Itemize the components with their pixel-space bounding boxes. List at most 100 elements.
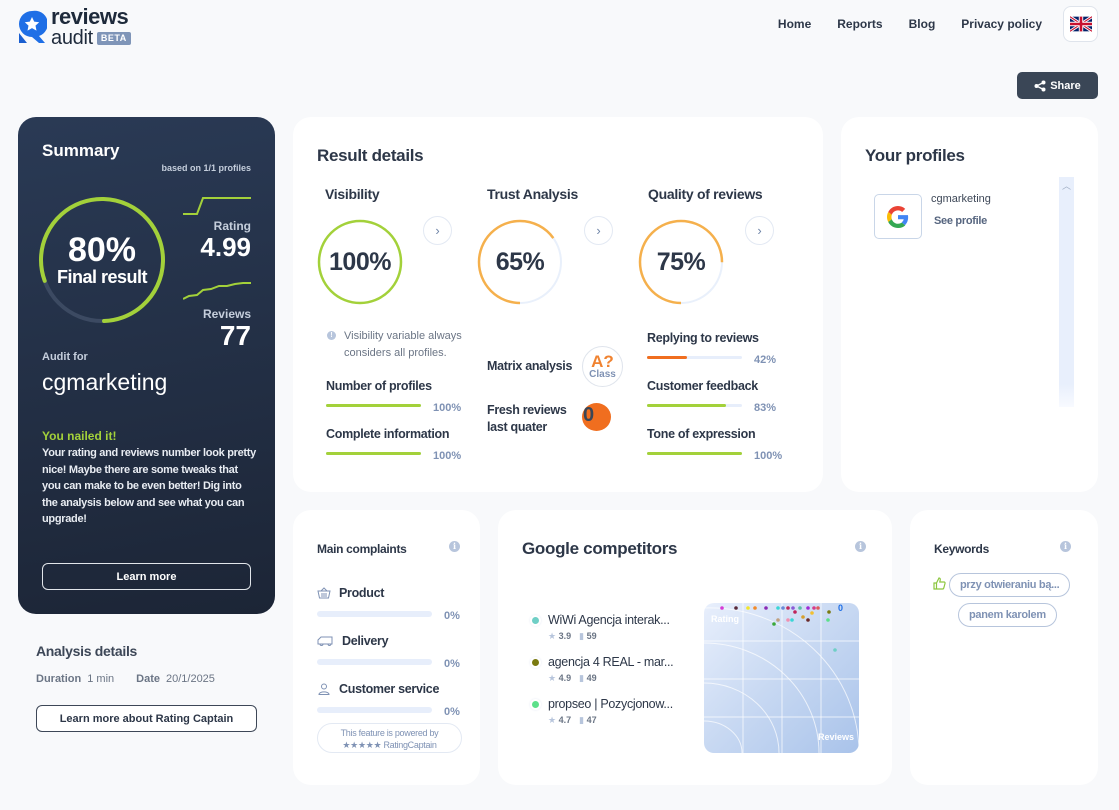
rating-value: 4.99 [200, 232, 251, 262]
info-icon[interactable]: i [1060, 541, 1071, 552]
audit-for-label: Audit for [42, 351, 88, 363]
scroll-up-icon[interactable]: ︿ [1062, 179, 1071, 192]
trust-analysis-details-button[interactable]: › [584, 216, 613, 245]
date-label: Date [136, 673, 160, 685]
progress-fill [647, 451, 742, 455]
complaint-percent: 0% [444, 658, 460, 670]
competitor-reviews: 49 [586, 673, 597, 683]
competitor-reviews: 59 [586, 631, 597, 641]
nav-privacy-policy[interactable]: Privacy policy [961, 17, 1042, 31]
scatter-point [772, 622, 776, 626]
matrix-grade: A? [591, 352, 614, 371]
result-details-card: Result details Visibility 100% › Trust A… [293, 117, 823, 492]
based-on-profiles: based on 1/1 profiles [161, 163, 251, 173]
nav-home[interactable]: Home [778, 17, 811, 31]
reviews-sparkline [183, 282, 251, 300]
progress-bar [317, 658, 432, 665]
metric-customer-feedback: Customer feedback 83% [647, 379, 797, 414]
metric-name: Number of profiles [326, 379, 432, 393]
scatter-point [786, 606, 790, 610]
learn-more-rating-captain-button[interactable]: Learn more about Rating Captain [36, 705, 257, 732]
fresh-reviews-count: 0 [583, 404, 595, 426]
google-competitors-card: Google competitors i WiWi Agencja intera… [498, 510, 892, 785]
competitor-color-dot [532, 701, 539, 708]
audit-name: cgmarketing [42, 369, 168, 395]
quality-of-reviews-details-button[interactable]: › [745, 216, 774, 245]
scatter-point [790, 618, 794, 622]
info-icon[interactable]: i [449, 541, 460, 552]
scatter-point [806, 606, 810, 610]
matrix-analysis-label: Matrix analysis [487, 359, 573, 373]
visibility-title: Visibility [325, 186, 380, 202]
fresh-reviews-badge: 0 [582, 403, 611, 431]
competitor-name: WiWi Agencja interak... [548, 613, 670, 627]
nav-reports[interactable]: Reports [837, 17, 882, 31]
complaint-name: Customer service [339, 682, 440, 696]
person-icon [318, 683, 330, 695]
metric-number-of-profiles: Number of profiles 100% [326, 379, 476, 414]
complaint-name: Delivery [342, 634, 389, 648]
scatter-point [798, 606, 802, 610]
share-icon [1034, 80, 1046, 91]
reviews-label: Reviews [202, 307, 251, 321]
final-result-label: Final result [56, 266, 148, 287]
profile-item[interactable] [874, 194, 922, 239]
competitor-reviews: 47 [586, 715, 597, 725]
logo[interactable]: reviews audit BETA [17, 6, 131, 48]
metric-replying-to-reviews: Replying to reviews 42% [647, 331, 797, 366]
summary-card: Summary based on 1/1 profiles 80% Final … [18, 117, 275, 614]
analysis-details: Analysis details Duration 1 min Date 20/… [36, 643, 215, 685]
competitor-rating: 4.9 [558, 673, 572, 683]
matrix-class-label: Class [589, 369, 616, 380]
share-button[interactable]: Share [1017, 72, 1098, 99]
language-selector[interactable] [1063, 6, 1098, 42]
keyword-chip[interactable]: przy otwieraniu bą... [949, 573, 1071, 597]
scatter-point [827, 610, 831, 614]
progress-bar [647, 451, 742, 455]
learn-more-button[interactable]: Learn more [42, 563, 251, 590]
powered-by-badge[interactable]: This feature is powered by ★★★★★ RatingC… [317, 723, 462, 753]
competitor-rating: 4.7 [558, 715, 572, 725]
visibility-details-button[interactable]: › [423, 216, 452, 245]
metric-tone-of-expression: Tone of expression 100% [647, 427, 797, 462]
metric-value: 100% [754, 450, 783, 462]
keyword-chip[interactable]: panem karolem [958, 603, 1057, 627]
result-details-title: Result details [317, 146, 424, 165]
see-profile-link[interactable]: See profile [934, 215, 987, 227]
quality-of-reviews-title: Quality of reviews [648, 186, 763, 202]
quality-of-reviews-percent: 75% [656, 247, 706, 276]
trust-analysis-title: Trust Analysis [487, 186, 578, 202]
progress-bar [326, 403, 421, 407]
complaint-product: Product 0% [317, 586, 467, 622]
share-label: Share [1050, 79, 1081, 92]
scatter-point [776, 618, 780, 622]
scatter-point [791, 606, 795, 610]
scatter-point [810, 611, 814, 615]
basket-icon [317, 587, 331, 599]
logo-star-icon [17, 9, 48, 45]
metric-value: 42% [754, 354, 777, 366]
main-complaints-title: Main complaints [317, 542, 407, 556]
metric-value: 100% [433, 450, 462, 462]
complaint-percent: 0% [444, 610, 460, 622]
progress-bar [647, 355, 742, 359]
verdict-text: Your rating and reviews number look pret… [42, 447, 256, 525]
scatter-point [764, 606, 768, 610]
nav-blog[interactable]: Blog [909, 17, 936, 31]
van-icon [317, 636, 333, 646]
profiles-scrollbar[interactable]: ︿ [1059, 177, 1074, 407]
reviews-value: 77 [219, 320, 251, 351]
duration-label: Duration [36, 673, 82, 685]
beta-badge: BETA [96, 31, 131, 45]
comment-icon: ▮ [579, 631, 585, 641]
competitor-color-dot [532, 659, 539, 666]
profile-name: cgmarketing [931, 193, 991, 205]
star-icon: ★ [548, 673, 557, 683]
summary-title: Summary [42, 141, 120, 160]
scatter-point [812, 606, 816, 610]
info-icon[interactable]: i [855, 541, 866, 552]
competitor-name: agencja 4 REAL - mar... [548, 655, 674, 669]
keywords-card: Keywords i przy otwieraniu bą... panem k… [910, 510, 1098, 785]
google-icon [887, 205, 909, 228]
scatter-point [734, 606, 738, 610]
